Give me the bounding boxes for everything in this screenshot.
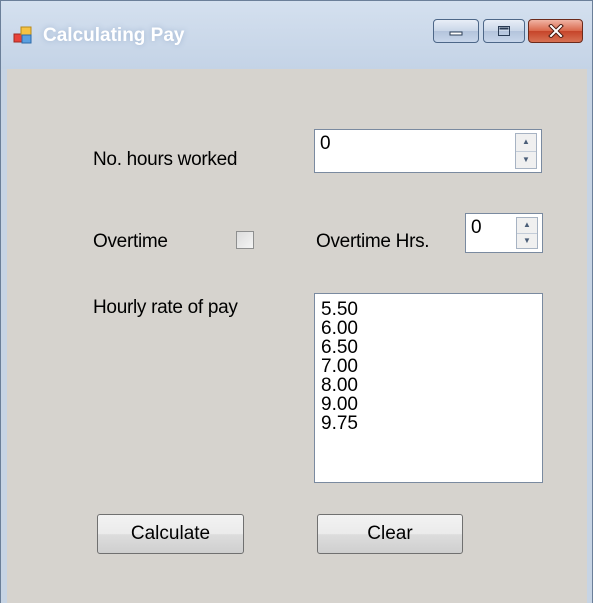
list-item[interactable]: 7.00 [321, 357, 542, 376]
window-title: Calculating Pay [43, 25, 185, 46]
spin-up-icon[interactable]: ▲ [517, 218, 537, 233]
minimize-button[interactable] [433, 19, 479, 43]
calculate-button[interactable]: Calculate [97, 514, 244, 554]
hours-worked-label: No. hours worked [93, 149, 238, 170]
spin-down-icon[interactable]: ▼ [517, 232, 537, 249]
close-button[interactable] [528, 19, 583, 43]
app-form-icon [13, 26, 32, 44]
hourly-rate-label: Hourly rate of pay [93, 297, 238, 318]
maximize-icon [498, 26, 510, 36]
spin-up-icon[interactable]: ▲ [516, 134, 536, 151]
overtime-hrs-input[interactable]: 0 ▲ ▼ [465, 213, 543, 253]
close-icon [547, 24, 564, 38]
hours-worked-input[interactable]: 0 ▲ ▼ [314, 129, 542, 173]
calculating-pay-window: Calculating Pay No. hours worked 0 ▲ ▼ O… [0, 0, 593, 603]
spin-down-icon[interactable]: ▼ [516, 150, 536, 169]
list-item[interactable]: 6.00 [321, 319, 542, 338]
clear-button[interactable]: Clear [317, 514, 463, 554]
list-item[interactable]: 8.00 [321, 376, 542, 395]
hours-worked-value: 0 [320, 133, 331, 154]
overtime-hrs-label: Overtime Hrs. [316, 231, 430, 252]
overtime-label: Overtime [93, 231, 168, 252]
list-item[interactable]: 6.50 [321, 338, 542, 357]
title-bar[interactable]: Calculating Pay [1, 1, 592, 69]
form-client-area: No. hours worked 0 ▲ ▼ Overtime Overtime… [7, 69, 587, 603]
hours-worked-spinner[interactable]: ▲ ▼ [515, 133, 537, 169]
overtime-hrs-value: 0 [471, 217, 482, 238]
list-item[interactable]: 9.00 [321, 395, 542, 414]
hourly-rate-listbox[interactable]: 5.50 6.00 6.50 7.00 8.00 9.00 9.75 [314, 293, 543, 483]
minimize-icon [449, 31, 463, 36]
overtime-hrs-spinner[interactable]: ▲ ▼ [516, 217, 538, 249]
list-item[interactable]: 9.75 [321, 414, 542, 433]
maximize-button[interactable] [483, 19, 525, 43]
overtime-checkbox[interactable] [236, 231, 254, 249]
list-item[interactable]: 5.50 [321, 300, 542, 319]
